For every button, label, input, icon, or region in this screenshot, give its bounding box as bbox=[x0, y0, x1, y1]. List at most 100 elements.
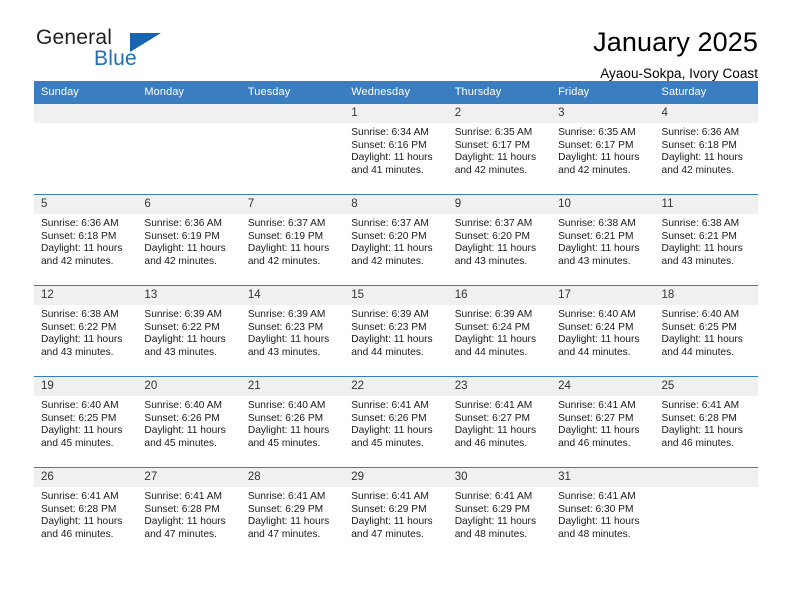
day-sun-info: Sunrise: 6:39 AM Sunset: 6:24 PM Dayligh… bbox=[454, 309, 537, 358]
calendar-day-cell[interactable]: 14 Sunrise: 6:39 AM Sunset: 6:23 PM Dayli… bbox=[240, 285, 345, 377]
brand-name-blue: Blue bbox=[94, 47, 137, 70]
day-number: 27 bbox=[137, 468, 241, 487]
day-sun-info: Sunrise: 6:39 AM Sunset: 6:22 PM Dayligh… bbox=[144, 309, 226, 358]
calendar-day-cell[interactable]: 4 Sunrise: 6:36 AM Sunset: 6:18 PM Daylig… bbox=[654, 103, 758, 195]
day-number: 20 bbox=[137, 377, 241, 396]
calendar-body: 1 Sunrise: 6:34 AM Sunset: 6:16 PM Daylig… bbox=[34, 103, 758, 558]
calendar-day-cell[interactable]: 1 Sunrise: 6:34 AM Sunset: 6:16 PM Daylig… bbox=[344, 103, 448, 195]
day-cell-content: 6 Sunrise: 6:36 AM Sunset: 6:19 PM Daylig… bbox=[137, 195, 241, 285]
weekday-header-wednesday: Wednesday bbox=[344, 81, 448, 104]
day-number: 19 bbox=[34, 377, 138, 396]
day-number bbox=[34, 104, 138, 123]
day-number: 7 bbox=[240, 195, 345, 214]
calendar-day-cell[interactable]: 5 Sunrise: 6:36 AM Sunset: 6:18 PM Daylig… bbox=[34, 194, 138, 286]
title-block: January 2025 Ayaou-Sokpa, Ivory Coast bbox=[593, 26, 758, 81]
day-sun-info: Sunrise: 6:41 AM Sunset: 6:29 PM Dayligh… bbox=[351, 491, 433, 540]
calendar-day-cell[interactable]: 12 Sunrise: 6:38 AM Sunset: 6:22 PM Dayli… bbox=[34, 285, 138, 377]
day-number: 9 bbox=[447, 195, 552, 214]
weekday-header-sunday: Sunday bbox=[34, 81, 138, 104]
calendar-day-cell[interactable]: 31 Sunrise: 6:41 AM Sunset: 6:30 PM Dayli… bbox=[551, 467, 655, 558]
day-number: 14 bbox=[240, 286, 345, 305]
sunrise-sunset-calendar: Sunday Monday Tuesday Wednesday Thursday… bbox=[34, 81, 758, 558]
day-sun-info: Sunrise: 6:41 AM Sunset: 6:28 PM Dayligh… bbox=[41, 491, 123, 540]
weekday-header-saturday: Saturday bbox=[654, 81, 758, 104]
day-sun-info: Sunrise: 6:35 AM Sunset: 6:17 PM Dayligh… bbox=[558, 127, 640, 176]
day-sun-info: Sunrise: 6:37 AM Sunset: 6:20 PM Dayligh… bbox=[454, 218, 537, 267]
day-sun-info: Sunrise: 6:41 AM Sunset: 6:26 PM Dayligh… bbox=[351, 400, 433, 449]
calendar-day-cell[interactable]: 24 Sunrise: 6:41 AM Sunset: 6:27 PM Dayli… bbox=[551, 376, 655, 468]
day-cell-content: 27 Sunrise: 6:41 AM Sunset: 6:28 PM Dayli… bbox=[137, 468, 241, 558]
day-cell-content: 24 Sunrise: 6:41 AM Sunset: 6:27 PM Dayli… bbox=[551, 377, 655, 467]
calendar-day-cell[interactable]: 28 Sunrise: 6:41 AM Sunset: 6:29 PM Dayli… bbox=[240, 467, 345, 558]
calendar-day-cell[interactable]: 30 Sunrise: 6:41 AM Sunset: 6:29 PM Dayli… bbox=[447, 467, 552, 558]
day-sun-info: Sunrise: 6:41 AM Sunset: 6:29 PM Dayligh… bbox=[454, 491, 537, 540]
calendar-day-cell[interactable]: 7 Sunrise: 6:37 AM Sunset: 6:19 PM Daylig… bbox=[240, 194, 345, 286]
day-cell-content: 12 Sunrise: 6:38 AM Sunset: 6:22 PM Dayli… bbox=[34, 286, 138, 376]
day-number: 24 bbox=[551, 377, 655, 396]
day-cell-content: 22 Sunrise: 6:41 AM Sunset: 6:26 PM Dayli… bbox=[344, 377, 448, 467]
day-number: 4 bbox=[654, 104, 758, 123]
calendar-day-cell[interactable]: 9 Sunrise: 6:37 AM Sunset: 6:20 PM Daylig… bbox=[447, 194, 552, 286]
calendar-day-cell[interactable]: 10 Sunrise: 6:38 AM Sunset: 6:21 PM Dayli… bbox=[551, 194, 655, 286]
day-cell-content: 28 Sunrise: 6:41 AM Sunset: 6:29 PM Dayli… bbox=[240, 468, 345, 558]
calendar-day-cell[interactable]: 16 Sunrise: 6:39 AM Sunset: 6:24 PM Dayli… bbox=[447, 285, 552, 377]
calendar-day-cell[interactable]: 13 Sunrise: 6:39 AM Sunset: 6:22 PM Dayli… bbox=[137, 285, 241, 377]
calendar-day-cell[interactable]: 23 Sunrise: 6:41 AM Sunset: 6:27 PM Dayli… bbox=[447, 376, 552, 468]
calendar-day-cell[interactable]: 2 Sunrise: 6:35 AM Sunset: 6:17 PM Daylig… bbox=[447, 103, 552, 195]
day-number: 1 bbox=[344, 104, 448, 123]
day-number: 30 bbox=[447, 468, 552, 487]
calendar-day-cell[interactable]: 6 Sunrise: 6:36 AM Sunset: 6:19 PM Daylig… bbox=[137, 194, 241, 286]
day-number: 3 bbox=[551, 104, 655, 123]
day-sun-info bbox=[34, 123, 137, 127]
day-cell-content: 17 Sunrise: 6:40 AM Sunset: 6:24 PM Dayli… bbox=[551, 286, 655, 376]
calendar-day-cell[interactable]: 11 Sunrise: 6:38 AM Sunset: 6:21 PM Dayli… bbox=[654, 194, 758, 286]
day-sun-info: Sunrise: 6:40 AM Sunset: 6:25 PM Dayligh… bbox=[661, 309, 743, 358]
day-sun-info: Sunrise: 6:39 AM Sunset: 6:23 PM Dayligh… bbox=[247, 309, 330, 358]
day-cell-content: 23 Sunrise: 6:41 AM Sunset: 6:27 PM Dayli… bbox=[447, 377, 552, 467]
day-sun-info: Sunrise: 6:40 AM Sunset: 6:26 PM Dayligh… bbox=[247, 400, 330, 449]
day-number: 26 bbox=[34, 468, 138, 487]
weekday-header-monday: Monday bbox=[137, 81, 241, 104]
day-sun-info: Sunrise: 6:38 AM Sunset: 6:21 PM Dayligh… bbox=[558, 218, 640, 267]
day-cell-content: 3 Sunrise: 6:35 AM Sunset: 6:17 PM Daylig… bbox=[551, 104, 655, 194]
day-cell-content: 29 Sunrise: 6:41 AM Sunset: 6:29 PM Dayli… bbox=[344, 468, 448, 558]
day-cell-content: 11 Sunrise: 6:38 AM Sunset: 6:21 PM Dayli… bbox=[654, 195, 758, 285]
calendar-day-cell bbox=[34, 103, 138, 195]
day-sun-info: Sunrise: 6:39 AM Sunset: 6:23 PM Dayligh… bbox=[351, 309, 433, 358]
day-sun-info bbox=[241, 123, 344, 127]
day-cell-content: 14 Sunrise: 6:39 AM Sunset: 6:23 PM Dayli… bbox=[240, 286, 345, 376]
calendar-day-cell[interactable]: 25 Sunrise: 6:41 AM Sunset: 6:28 PM Dayli… bbox=[654, 376, 758, 468]
calendar-day-cell[interactable]: 15 Sunrise: 6:39 AM Sunset: 6:23 PM Dayli… bbox=[344, 285, 448, 377]
calendar-day-cell[interactable]: 19 Sunrise: 6:40 AM Sunset: 6:25 PM Dayli… bbox=[34, 376, 138, 468]
day-cell-content bbox=[137, 104, 241, 194]
day-number: 31 bbox=[551, 468, 655, 487]
day-cell-content: 15 Sunrise: 6:39 AM Sunset: 6:23 PM Dayli… bbox=[344, 286, 448, 376]
calendar-day-cell[interactable]: 29 Sunrise: 6:41 AM Sunset: 6:29 PM Dayli… bbox=[344, 467, 448, 558]
day-cell-content: 13 Sunrise: 6:39 AM Sunset: 6:22 PM Dayli… bbox=[137, 286, 241, 376]
day-sun-info: Sunrise: 6:41 AM Sunset: 6:27 PM Dayligh… bbox=[454, 400, 537, 449]
day-cell-content: 8 Sunrise: 6:37 AM Sunset: 6:20 PM Daylig… bbox=[344, 195, 448, 285]
day-sun-info: Sunrise: 6:38 AM Sunset: 6:22 PM Dayligh… bbox=[41, 309, 123, 358]
day-cell-content: 16 Sunrise: 6:39 AM Sunset: 6:24 PM Dayli… bbox=[447, 286, 552, 376]
day-number: 16 bbox=[447, 286, 552, 305]
weekday-header-friday: Friday bbox=[551, 81, 655, 104]
day-number: 28 bbox=[240, 468, 345, 487]
weekday-header-tuesday: Tuesday bbox=[240, 81, 345, 104]
calendar-day-cell[interactable]: 3 Sunrise: 6:35 AM Sunset: 6:17 PM Daylig… bbox=[551, 103, 655, 195]
calendar-day-cell[interactable]: 17 Sunrise: 6:40 AM Sunset: 6:24 PM Dayli… bbox=[551, 285, 655, 377]
day-sun-info: Sunrise: 6:41 AM Sunset: 6:30 PM Dayligh… bbox=[558, 491, 640, 540]
calendar-week-row: 12 Sunrise: 6:38 AM Sunset: 6:22 PM Dayli… bbox=[34, 285, 758, 377]
calendar-day-cell[interactable]: 27 Sunrise: 6:41 AM Sunset: 6:28 PM Dayli… bbox=[137, 467, 241, 558]
calendar-day-cell[interactable]: 18 Sunrise: 6:40 AM Sunset: 6:25 PM Dayli… bbox=[654, 285, 758, 377]
calendar-day-cell[interactable]: 20 Sunrise: 6:40 AM Sunset: 6:26 PM Dayli… bbox=[137, 376, 241, 468]
calendar-day-cell[interactable]: 22 Sunrise: 6:41 AM Sunset: 6:26 PM Dayli… bbox=[344, 376, 448, 468]
brand-logo[interactable]: General Blue bbox=[34, 26, 184, 78]
day-number: 13 bbox=[137, 286, 241, 305]
page-title: January 2025 bbox=[593, 27, 758, 57]
day-cell-content: 4 Sunrise: 6:36 AM Sunset: 6:18 PM Daylig… bbox=[654, 104, 758, 194]
calendar-day-cell[interactable]: 26 Sunrise: 6:41 AM Sunset: 6:28 PM Dayli… bbox=[34, 467, 138, 558]
calendar-day-cell[interactable]: 21 Sunrise: 6:40 AM Sunset: 6:26 PM Dayli… bbox=[240, 376, 345, 468]
weekday-header-thursday: Thursday bbox=[447, 81, 552, 104]
calendar-day-cell[interactable]: 8 Sunrise: 6:37 AM Sunset: 6:20 PM Daylig… bbox=[344, 194, 448, 286]
day-sun-info: Sunrise: 6:36 AM Sunset: 6:18 PM Dayligh… bbox=[661, 127, 743, 176]
